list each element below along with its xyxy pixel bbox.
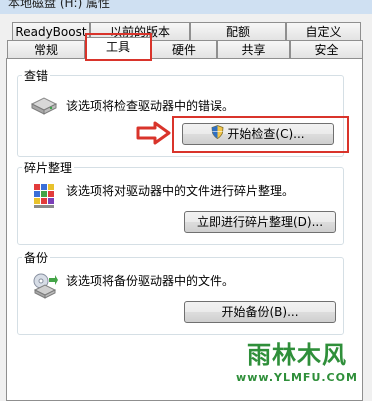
- defrag-group: 碎片整理 该选项将对驱动器中的文件进行碎片整理。 立即进行碎片整理(D)...: [17, 159, 344, 245]
- error-check-title: 查错: [22, 67, 51, 84]
- tab-label: 配额: [225, 25, 250, 39]
- tab-general[interactable]: 常规: [7, 40, 85, 58]
- tab-label: 硬件: [171, 43, 196, 57]
- tab-customize[interactable]: 自定义: [286, 22, 361, 40]
- defrag-title: 碎片整理: [22, 159, 75, 176]
- tab-label: 常规: [33, 43, 58, 57]
- tab-label: 自定义: [305, 25, 342, 39]
- defrag-icon: [32, 182, 56, 213]
- window-title: 本地磁盘 (H:) 属性: [8, 0, 111, 10]
- button-highlight-box: [172, 116, 349, 153]
- tab-sharing[interactable]: 共享: [217, 40, 290, 58]
- tab-readyboost[interactable]: ReadyBoost: [12, 22, 90, 40]
- tab-label: ReadyBoost: [15, 25, 87, 39]
- backup-group: 备份 该选项将备份驱动器中的文件。 开始备份(B)...: [17, 249, 344, 335]
- tab-security[interactable]: 安全: [290, 40, 363, 58]
- backup-icon: [32, 272, 58, 303]
- tab-hardware[interactable]: 硬件: [151, 40, 217, 58]
- backup-title: 备份: [22, 249, 51, 266]
- site-watermark: 雨林木风 www.YLMFU.COM: [232, 340, 362, 392]
- tab-label: 共享: [241, 43, 266, 57]
- error-check-description: 该选项将检查驱动器中的错误。: [66, 99, 235, 113]
- red-arrow-icon: [135, 120, 173, 149]
- tab-quota[interactable]: 配额: [190, 22, 286, 40]
- backup-description: 该选项将备份驱动器中的文件。: [66, 274, 235, 288]
- start-backup-button[interactable]: 开始备份(B)...: [184, 301, 336, 323]
- defrag-now-button[interactable]: 立即进行碎片整理(D)...: [184, 211, 336, 233]
- window-titlebar: 本地磁盘 (H:) 属性: [0, 0, 372, 14]
- watermark-url: www.YLMFU.COM: [236, 371, 358, 384]
- start-backup-button-label: 开始备份(B)...: [221, 305, 299, 319]
- hard-drive-icon: [30, 96, 58, 119]
- tab-label: 安全: [314, 43, 339, 57]
- watermark-logo-text: 雨林木风: [247, 341, 347, 369]
- tab-highlight-box: [85, 33, 152, 61]
- defrag-now-button-label: 立即进行碎片整理(D)...: [196, 215, 324, 229]
- defrag-description: 该选项将对驱动器中的文件进行碎片整理。: [66, 184, 295, 198]
